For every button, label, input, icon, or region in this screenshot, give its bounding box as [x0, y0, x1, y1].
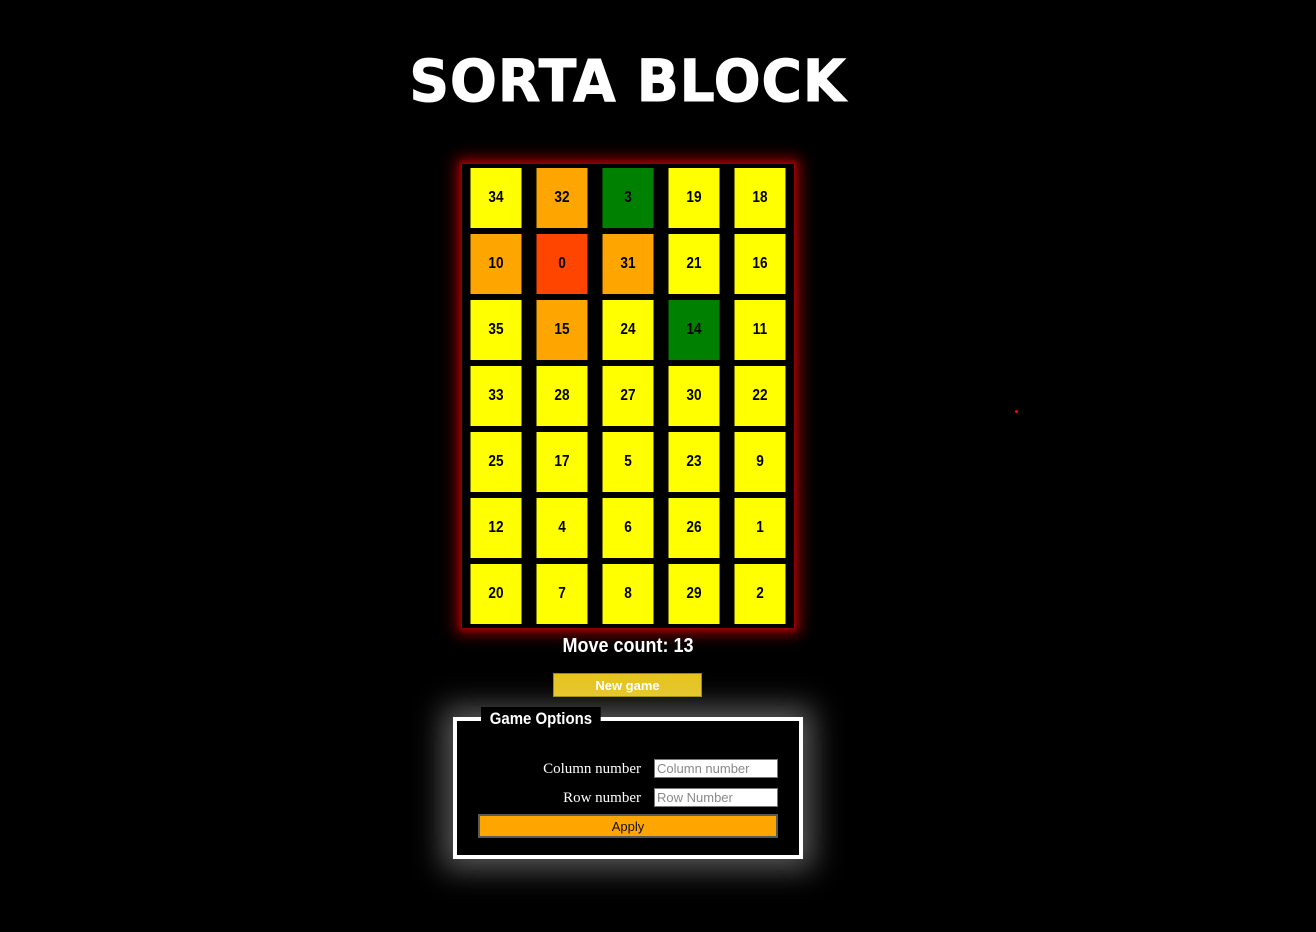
game-page: Sorta Block 34 32 3 19 18 10 0 31 21 16 35 15 24 14 11…: [0, 0, 1316, 932]
board-cell[interactable]: 4: [536, 498, 588, 558]
row-number-row: Row number: [457, 788, 799, 808]
row-number-label: Row number: [563, 790, 641, 806]
board-cell[interactable]: 33: [470, 366, 522, 426]
column-number-row: Column number: [457, 759, 799, 779]
board-cell[interactable]: 27: [602, 366, 654, 426]
board-cell[interactable]: 32: [536, 168, 588, 228]
board-cell[interactable]: 19: [668, 168, 720, 228]
board-cell[interactable]: 31: [602, 234, 654, 294]
board-cell[interactable]: 6: [602, 498, 654, 558]
board-cell[interactable]: 0: [536, 234, 588, 294]
board-cell[interactable]: 21: [668, 234, 720, 294]
game-options-panel: Game Options Column number Row number Ap…: [453, 707, 803, 859]
board-cell[interactable]: 28: [536, 366, 588, 426]
board-cell[interactable]: 1: [734, 498, 786, 558]
game-title: Sorta Block: [409, 47, 847, 116]
column-number-input[interactable]: [654, 759, 778, 778]
board-cell[interactable]: 16: [734, 234, 786, 294]
board-cell[interactable]: 9: [734, 432, 786, 492]
board-cell[interactable]: 34: [470, 168, 522, 228]
board-cell[interactable]: 18: [734, 168, 786, 228]
column-number-label: Column number: [543, 761, 641, 777]
board-cell[interactable]: 20: [470, 564, 522, 624]
board-cell[interactable]: 2: [734, 564, 786, 624]
board-cell[interactable]: 15: [536, 300, 588, 360]
board-cell[interactable]: 24: [602, 300, 654, 360]
game-board: 34 32 3 19 18 10 0 31 21 16 35 15 24 14 11 33 28 27 30 22 25…: [462, 164, 794, 628]
board-cell[interactable]: 23: [668, 432, 720, 492]
board-cell[interactable]: 5: [602, 432, 654, 492]
board-cell[interactable]: 35: [470, 300, 522, 360]
board-cell[interactable]: 3: [602, 168, 654, 228]
board-cell[interactable]: 25: [470, 432, 522, 492]
apply-button[interactable]: Apply: [478, 814, 778, 838]
red-dot-marker: [1015, 410, 1018, 413]
board-cell[interactable]: 30: [668, 366, 720, 426]
new-game-button[interactable]: New game: [553, 673, 702, 697]
board-cell[interactable]: 29: [668, 564, 720, 624]
board-cell[interactable]: 22: [734, 366, 786, 426]
board-cell[interactable]: 12: [470, 498, 522, 558]
board-cell[interactable]: 7: [536, 564, 588, 624]
row-number-input[interactable]: [654, 788, 778, 807]
board-cell[interactable]: 11: [734, 300, 786, 360]
game-options-legend: Game Options: [481, 707, 601, 731]
board-cell[interactable]: 14: [668, 300, 720, 360]
board-grid: 34 32 3 19 18 10 0 31 21 16 35 15 24 14 11 33 28 27 30 22 25…: [466, 168, 790, 624]
board-cell[interactable]: 26: [668, 498, 720, 558]
move-count: Move count: 13: [562, 635, 694, 657]
board-cell[interactable]: 8: [602, 564, 654, 624]
board-cell[interactable]: 10: [470, 234, 522, 294]
board-cell[interactable]: 17: [536, 432, 588, 492]
